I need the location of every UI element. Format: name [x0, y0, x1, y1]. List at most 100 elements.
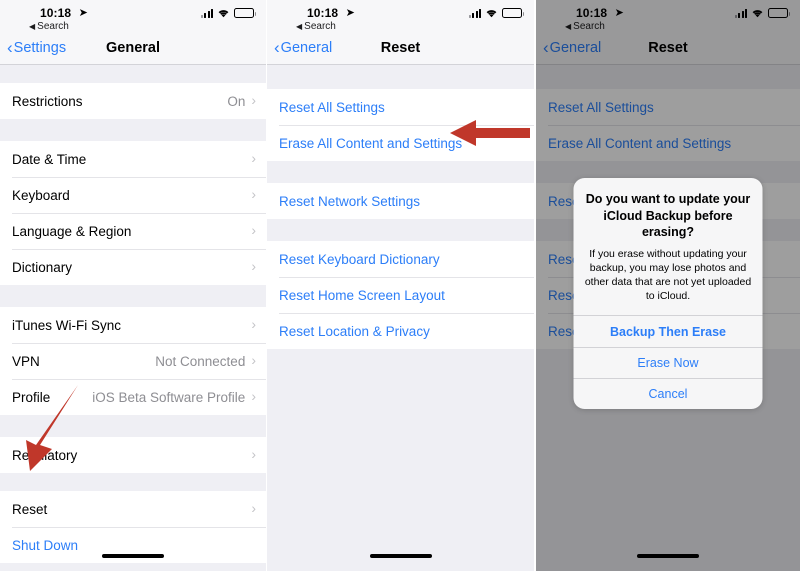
settings-group: Date & Time › Keyboard › Language & Regi…	[0, 141, 266, 285]
cellular-signal-icon	[200, 9, 213, 18]
row-regulatory[interactable]: Regulatory ›	[0, 437, 266, 473]
section-gap	[0, 415, 266, 437]
chevron-left-icon: ‹	[7, 37, 13, 57]
back-to-search-link[interactable]: ◀ Search	[296, 21, 520, 32]
section-gap	[0, 473, 266, 491]
row-label: Reset Home Screen Layout	[279, 287, 445, 303]
chevron-right-icon: ›	[251, 92, 256, 108]
row-reset-home-screen-layout[interactable]: Reset Home Screen Layout	[267, 277, 534, 313]
icloud-backup-alert: Do you want to update your iCloud Backup…	[573, 178, 763, 410]
row-label: Regulatory	[12, 447, 78, 463]
row-vpn[interactable]: VPN Not Connected ›	[0, 343, 266, 379]
row-language-region[interactable]: Language & Region ›	[0, 213, 266, 249]
settings-group: Reset Network Settings	[267, 183, 534, 219]
cellular-signal-icon	[468, 9, 481, 18]
settings-list-general[interactable]: Restrictions On › Date & Time › Keyboard…	[0, 65, 266, 571]
nav-back-label: Settings	[13, 40, 67, 56]
row-reset[interactable]: Reset ›	[0, 491, 266, 527]
section-gap	[0, 65, 266, 83]
backup-then-erase-button[interactable]: Backup Then Erase	[574, 316, 763, 347]
nav-back-settings[interactable]: ‹ Settings	[0, 37, 67, 57]
alert-body: Do you want to update your iCloud Backup…	[574, 178, 763, 315]
section-gap	[267, 219, 534, 241]
settings-group: iTunes Wi-Fi Sync › VPN Not Connected › …	[0, 307, 266, 415]
row-label: Reset Keyboard Dictionary	[279, 251, 440, 267]
row-itunes-wifi-sync[interactable]: iTunes Wi-Fi Sync ›	[0, 307, 266, 343]
row-label: Reset Location & Privacy	[279, 323, 430, 339]
section-gap	[0, 119, 266, 141]
settings-list-reset[interactable]: Reset All Settings Erase All Content and…	[267, 65, 534, 571]
wifi-icon	[217, 8, 230, 18]
status-time: 10:18	[307, 6, 339, 20]
row-label: Reset All Settings	[279, 99, 385, 115]
row-label: VPN	[12, 353, 40, 369]
battery-icon	[234, 8, 256, 18]
chevron-right-icon: ›	[251, 222, 256, 238]
row-reset-network-settings[interactable]: Reset Network Settings	[267, 183, 534, 219]
row-label: Keyboard	[12, 187, 70, 203]
back-triangle-icon: ◀	[29, 22, 36, 31]
status-bar: 10:18 ➤ ◀ Search	[0, 0, 266, 32]
settings-group: Regulatory ›	[0, 437, 266, 473]
row-keyboard[interactable]: Keyboard ›	[0, 177, 266, 213]
home-indicator	[369, 554, 432, 558]
row-profile[interactable]: Profile iOS Beta Software Profile ›	[0, 379, 266, 415]
section-gap	[0, 285, 266, 307]
row-label: iTunes Wi-Fi Sync	[12, 317, 122, 333]
chevron-right-icon: ›	[251, 500, 256, 516]
chevron-right-icon: ›	[251, 388, 256, 404]
settings-group: Reset All Settings Erase All Content and…	[267, 89, 534, 161]
alert-actions: Backup Then Erase Erase Now Cancel	[573, 315, 763, 409]
section-gap	[267, 65, 534, 89]
nav-bar-general: ‹ Settings General	[0, 32, 266, 65]
row-date-time[interactable]: Date & Time ›	[0, 141, 266, 177]
row-value: Not Connected	[155, 353, 246, 369]
alert-title: Do you want to update your iCloud Backup…	[585, 192, 751, 239]
chevron-right-icon: ›	[251, 352, 256, 368]
row-label: Erase All Content and Settings	[279, 135, 463, 151]
row-label: Reset	[12, 501, 48, 517]
row-reset-keyboard-dictionary[interactable]: Reset Keyboard Dictionary	[267, 241, 534, 277]
back-app-label: Search	[304, 21, 336, 32]
back-triangle-icon: ◀	[296, 22, 303, 31]
settings-group: Reset Keyboard Dictionary Reset Home Scr…	[267, 241, 534, 349]
settings-group: Restrictions On ›	[0, 83, 266, 119]
chevron-right-icon: ›	[251, 150, 256, 166]
chevron-right-icon: ›	[251, 446, 256, 462]
alert-message: If you erase without updating your backu…	[584, 247, 752, 303]
row-dictionary[interactable]: Dictionary ›	[0, 249, 266, 285]
wifi-icon	[485, 8, 498, 18]
back-app-label: Search	[37, 21, 69, 32]
status-time: 10:18	[40, 6, 72, 20]
row-label: Restrictions	[12, 93, 83, 109]
row-label: Reset Network Settings	[279, 193, 421, 209]
settings-group: Reset › Shut Down	[0, 491, 266, 563]
chevron-right-icon: ›	[251, 186, 256, 202]
row-label: Dictionary	[12, 259, 73, 275]
row-label: Shut Down	[12, 537, 79, 553]
chevron-right-icon: ›	[251, 316, 256, 332]
row-label: Date & Time	[12, 151, 87, 167]
location-arrow-icon: ➤	[78, 7, 88, 19]
cancel-button[interactable]: Cancel	[573, 378, 763, 409]
row-erase-all-content-and-settings[interactable]: Erase All Content and Settings	[267, 125, 534, 161]
status-bar: 10:18 ➤ ◀ Search	[267, 0, 534, 32]
section-gap	[267, 161, 534, 183]
chevron-right-icon: ›	[251, 258, 256, 274]
row-value: On	[227, 93, 246, 109]
nav-back-general[interactable]: ‹ General	[267, 39, 333, 57]
row-reset-location-privacy[interactable]: Reset Location & Privacy	[267, 313, 534, 349]
phone-screen-reset: 10:18 ➤ ◀ Search ‹ General Reset Reset A…	[267, 0, 534, 571]
phone-screen-general: 10:18 ➤ ◀ Search ‹ Settings General Rest…	[0, 0, 266, 571]
row-value: iOS Beta Software Profile	[92, 389, 246, 405]
erase-now-button[interactable]: Erase Now	[573, 347, 763, 378]
status-indicators	[468, 8, 524, 18]
nav-back-label: General	[280, 40, 333, 56]
nav-bar-reset: ‹ General Reset	[267, 32, 534, 65]
back-to-search-link[interactable]: ◀ Search	[29, 21, 252, 32]
status-indicators	[200, 8, 256, 18]
row-reset-all-settings[interactable]: Reset All Settings	[267, 89, 534, 125]
screenshot-stage: 10:18 ➤ ◀ Search ‹ Settings General Rest…	[0, 0, 800, 571]
row-restrictions[interactable]: Restrictions On ›	[0, 83, 266, 119]
battery-icon	[502, 8, 524, 18]
